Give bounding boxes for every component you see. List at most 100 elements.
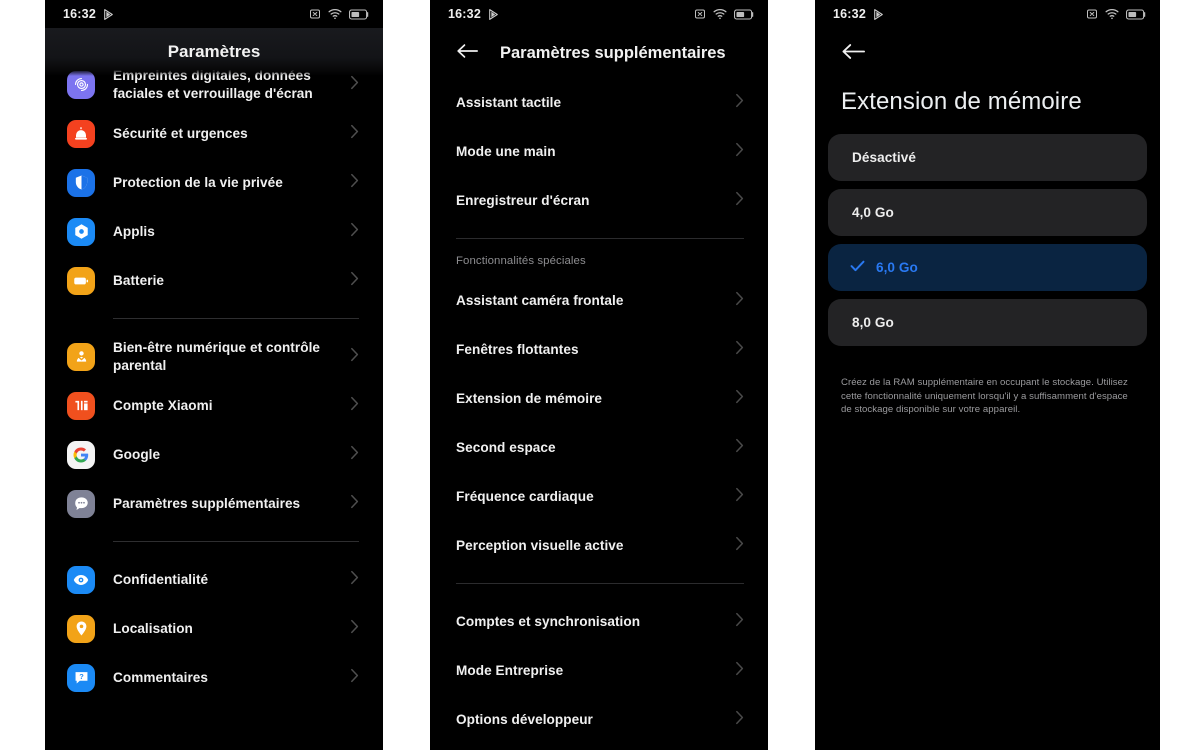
chevron-right-icon — [735, 710, 744, 730]
group-header: Fonctionnalités spéciales — [456, 255, 586, 267]
settings-row[interactable]: Assistant caméra frontale — [430, 276, 768, 325]
chevron-right-icon — [735, 487, 744, 507]
status-bar-right — [694, 8, 754, 20]
memory-option[interactable]: 8,0 Go — [828, 299, 1147, 346]
back-arrow-icon[interactable] — [456, 42, 478, 65]
settings-row-label: Applis — [113, 223, 155, 239]
settings-row-label: Assistant caméra frontale — [456, 293, 624, 308]
play-triangle-icon — [874, 8, 883, 20]
chevron-right-icon — [350, 668, 359, 688]
chevron-right-icon — [735, 389, 744, 409]
additional-settings-list: Assistant tactile Mode une main Enregistre… — [430, 78, 768, 744]
description-text: Créez de la RAM supplémentaire en occupa… — [841, 377, 1128, 416]
settings-row[interactable]: Bien-être numérique et contrôle parental — [45, 332, 383, 381]
status-bar-left: 16:32 — [63, 7, 115, 21]
memory-option[interactable]: 4,0 Go — [828, 189, 1147, 236]
status-bar-left: 16:32 — [833, 7, 885, 21]
settings-row[interactable]: ? Commentaires — [45, 653, 383, 702]
settings-row[interactable]: Comptes et synchronisation — [430, 597, 768, 646]
settings-row[interactable]: Paramètres supplémentaires — [45, 479, 383, 528]
settings-row-label: Paramètres supplémentaires — [113, 495, 301, 511]
settings-row-label: Fenêtres flottantes — [456, 342, 579, 357]
settings-row-label: Perception visuelle active — [456, 538, 624, 553]
chevron-right-icon — [350, 347, 359, 367]
chevron-right-icon — [735, 661, 744, 681]
settings-row-label: Sécurité et urgences — [113, 125, 248, 141]
settings-row[interactable]: Confidentialité — [45, 555, 383, 604]
settings-header: Paramètres — [45, 28, 383, 76]
header-back-only — [815, 28, 1160, 80]
settings-row-label: Localisation — [113, 620, 193, 636]
page-title: Paramètres — [167, 42, 261, 61]
memory-option-label: 8,0 Go — [852, 315, 894, 330]
settings-row[interactable]: Fréquence cardiaque — [430, 472, 768, 521]
phone-panel-memory-extension: 16:32 Extension de mémoire Désactivé 4,0… — [815, 0, 1160, 750]
battery-icon — [349, 9, 369, 19]
chevron-right-icon — [350, 124, 359, 144]
xiaomi-mi-icon — [67, 391, 95, 420]
silent-mode-icon — [310, 9, 320, 19]
settings-row[interactable]: Assistant tactile — [430, 78, 768, 127]
settings-row-label: Mode une main — [456, 144, 556, 159]
settings-row[interactable]: Applis — [45, 207, 383, 256]
chevron-right-icon — [735, 93, 744, 113]
settings-row[interactable]: Second espace — [430, 423, 768, 472]
settings-row[interactable]: Batterie — [45, 256, 383, 305]
list-separator — [113, 318, 359, 319]
wifi-icon — [328, 9, 342, 20]
battery-icon — [1126, 9, 1146, 19]
status-bar: 16:32 — [430, 0, 768, 28]
back-arrow-icon[interactable] — [841, 42, 865, 66]
settings-row-label: Options développeur — [456, 712, 593, 727]
wifi-icon — [713, 9, 727, 20]
settings-row[interactable]: Protection de la vie privée — [45, 158, 383, 207]
screenshot-stage: 16:32 Paramètres faciales et verrouillag… — [0, 0, 1200, 750]
apps-icon — [67, 217, 95, 246]
memory-options-group: Désactivé 4,0 Go 6,0 Go 8,0 Go — [815, 134, 1160, 346]
settings-list: Empreintes digitales, données faciales e… — [45, 28, 383, 750]
settings-row-label: Mode Entreprise — [456, 663, 564, 678]
emergency-icon — [67, 119, 95, 148]
battery-icon — [734, 9, 754, 19]
settings-row[interactable]: Mode Entreprise — [430, 646, 768, 695]
eye-icon — [67, 565, 95, 594]
settings-row[interactable]: Extension de mémoire — [430, 374, 768, 423]
memory-option-label: 4,0 Go — [852, 205, 894, 220]
memory-option-label: Désactivé — [852, 150, 916, 165]
silent-mode-icon — [1087, 9, 1097, 19]
chevron-right-icon — [735, 142, 744, 162]
settings-row-label: Second espace — [456, 440, 556, 455]
settings-row[interactable]: Mode une main — [430, 127, 768, 176]
chevron-right-icon — [350, 222, 359, 242]
settings-row[interactable]: Enregistreur d'écran — [430, 176, 768, 225]
settings-row[interactable]: Localisation — [45, 604, 383, 653]
settings-row-label: Bien-être numérique et contrôle parental — [113, 340, 321, 373]
memory-option-selected[interactable]: 6,0 Go — [828, 244, 1147, 291]
wifi-icon — [1105, 9, 1119, 20]
status-bar-right — [1086, 8, 1146, 20]
chevron-right-icon — [735, 340, 744, 360]
settings-row-label: Fréquence cardiaque — [456, 489, 594, 504]
privacy-shield-icon — [67, 168, 95, 197]
chevron-right-icon — [735, 291, 744, 311]
status-bar-left: 16:32 — [448, 7, 500, 21]
chevron-right-icon — [350, 396, 359, 416]
chevron-right-icon — [350, 271, 359, 291]
settings-row[interactable]: Fenêtres flottantes — [430, 325, 768, 374]
settings-row[interactable]: Compte Xiaomi — [45, 381, 383, 430]
settings-row[interactable]: Perception visuelle active — [430, 521, 768, 570]
chevron-right-icon — [350, 494, 359, 514]
status-bar: 16:32 — [45, 0, 383, 28]
play-triangle-icon — [489, 8, 498, 20]
settings-row-label: Comptes et synchronisation — [456, 614, 641, 629]
chevron-right-icon — [735, 612, 744, 632]
settings-row-label: Confidentialité — [113, 571, 209, 587]
silent-mode-icon — [695, 9, 705, 19]
settings-row[interactable]: Options développeur — [430, 695, 768, 744]
settings-row[interactable]: Sécurité et urgences — [45, 109, 383, 158]
settings-row-label: Commentaires — [113, 669, 209, 685]
settings-row[interactable]: Google — [45, 430, 383, 479]
battery-icon — [67, 266, 95, 295]
memory-option[interactable]: Désactivé — [828, 134, 1147, 181]
list-separator — [113, 541, 359, 542]
